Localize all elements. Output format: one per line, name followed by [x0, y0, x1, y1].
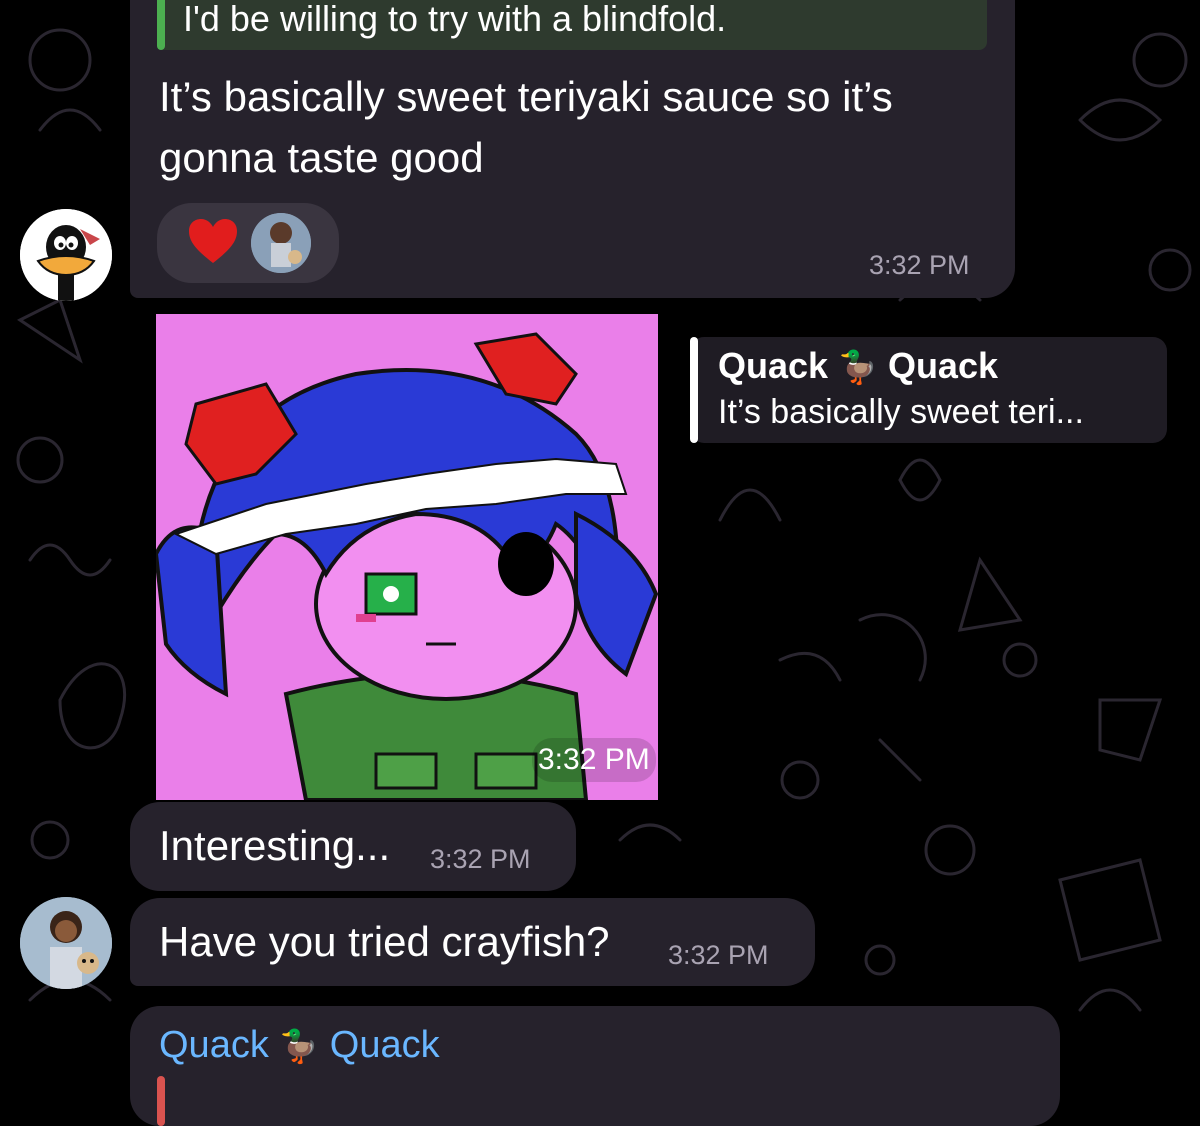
reply-preview-chip[interactable]: Quack 🦆 Quack It’s basically sweet teri.…: [690, 337, 1167, 443]
message-bubble-crayfish[interactable]: Have you tried crayfish? 3:32 PM: [130, 898, 815, 986]
message-text-line2: gonna taste good: [159, 134, 484, 181]
message-bubble-interesting[interactable]: Interesting... 3:32 PM: [130, 802, 576, 891]
reply-sender-last: Quack: [887, 345, 998, 386]
heart-icon: [187, 217, 239, 272]
quoted-text: I'd be willing to try with a blindfold.: [183, 0, 727, 39]
reactor-avatar[interactable]: [251, 213, 311, 273]
sender-first: Quack: [159, 1024, 269, 1066]
reply-accent-bar: [690, 337, 698, 443]
sender-last: Quack: [329, 1024, 440, 1066]
message-bubble-partial[interactable]: Quack 🦆 Quack: [130, 1006, 1060, 1126]
avatar-knight-girl[interactable]: [20, 897, 112, 989]
message-bubble-teriyaki[interactable]: I'd be willing to try with a blindfold. …: [130, 0, 1015, 298]
reaction-pill[interactable]: [157, 203, 339, 283]
message-time: 3:32 PM: [430, 844, 531, 874]
image-message[interactable]: 3:32 PM: [156, 314, 658, 800]
quote-accent-bar: [157, 0, 165, 50]
reply-sender-first: Quack: [718, 345, 829, 386]
image-time-badge: 3:32 PM: [532, 738, 656, 782]
duck-emoji-icon: 🦆: [279, 1028, 320, 1064]
quote-block[interactable]: I'd be willing to try with a blindfold.: [157, 0, 987, 50]
avatar-duck[interactable]: [20, 209, 112, 301]
quote-accent-bar: [157, 1076, 165, 1126]
message-text: Have you tried crayfish?: [159, 918, 610, 965]
message-time: 3:32 PM: [869, 250, 970, 280]
message-text: Interesting...: [159, 822, 391, 869]
anime-drawing-image: [156, 314, 658, 800]
reply-snippet: It’s basically sweet teri...: [718, 393, 1084, 431]
message-text-line1: It’s basically sweet teriyaki sauce so i…: [159, 73, 893, 120]
message-time: 3:32 PM: [668, 940, 769, 970]
duck-emoji-icon: 🦆: [838, 349, 878, 385]
sender-name: Quack 🦆 Quack: [159, 1024, 440, 1067]
image-time: 3:32 PM: [538, 743, 650, 776]
reply-sender: Quack 🦆 Quack: [718, 345, 998, 387]
